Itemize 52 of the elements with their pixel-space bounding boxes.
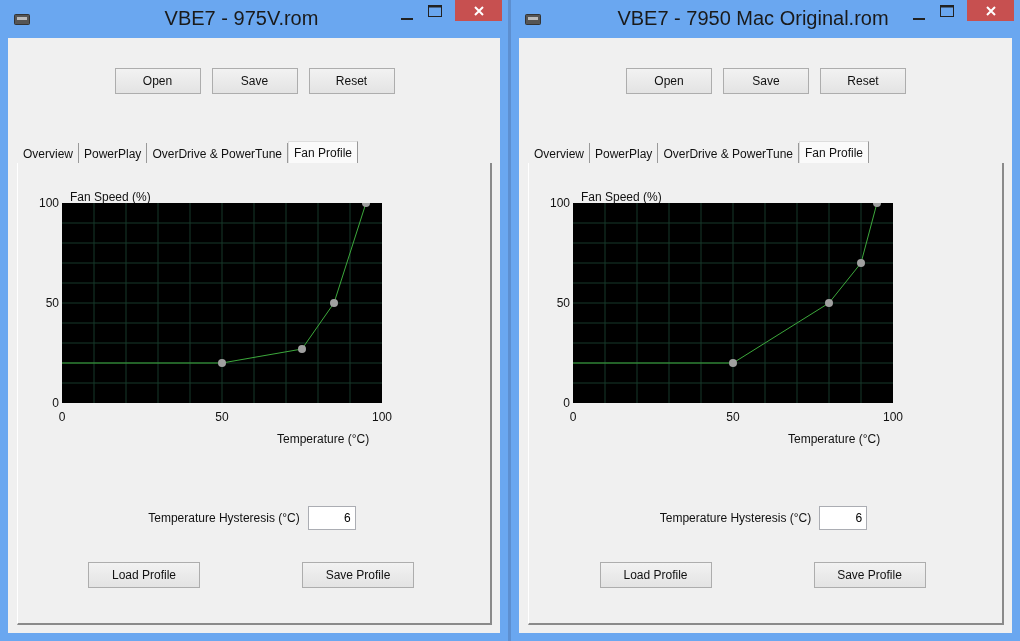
- toolbar-button[interactable]: Reset: [308, 68, 395, 94]
- profile-button[interactable]: Save Profile: [813, 562, 926, 588]
- minimize-icon: [913, 17, 925, 21]
- maximize-icon: [940, 5, 954, 17]
- toolbar-button[interactable]: Save: [211, 68, 298, 94]
- tick-label: 50: [214, 410, 230, 424]
- axis-title: Temperature (°C): [277, 432, 370, 446]
- window-title: VBE7 - 975V.rom: [163, 6, 320, 30]
- curve-point[interactable]: [218, 359, 226, 367]
- curve-point[interactable]: [330, 299, 338, 307]
- hysteresis-field[interactable]: 6: [819, 506, 868, 530]
- tick-label: 0: [51, 396, 59, 410]
- tick-label: 100: [37, 196, 59, 210]
- axis-title: Fan Speed (%): [70, 190, 151, 204]
- tick-label: 0: [568, 410, 578, 424]
- profile-button[interactable]: Save Profile: [302, 562, 414, 588]
- tick-label: 100: [882, 410, 904, 424]
- chip-icon: [525, 14, 541, 25]
- toolbar-button[interactable]: Reset: [820, 68, 906, 94]
- tick-label: 50: [44, 296, 59, 310]
- profile-button[interactable]: Load Profile: [88, 562, 200, 588]
- tick-label: 100: [371, 410, 393, 424]
- curve-point[interactable]: [857, 259, 865, 267]
- tab[interactable]: Fan Profile: [799, 141, 869, 163]
- field-label: Temperature Hysteresis (°C): [148, 511, 300, 525]
- tick-label: 50: [555, 296, 570, 310]
- tick-label: 0: [562, 396, 570, 410]
- toolbar-button[interactable]: Open: [626, 68, 712, 94]
- tick-label: 50: [725, 410, 741, 424]
- curve-point[interactable]: [873, 203, 881, 207]
- toolbar-button[interactable]: Save: [723, 68, 809, 94]
- curve-point[interactable]: [729, 359, 737, 367]
- profile-button[interactable]: Load Profile: [599, 562, 712, 588]
- axis-title: Temperature (°C): [788, 432, 881, 446]
- minimize-icon: [401, 17, 413, 21]
- tab[interactable]: Fan Profile: [288, 141, 358, 163]
- hysteresis-field[interactable]: 6: [307, 506, 356, 530]
- toolbar-button[interactable]: Open: [114, 68, 201, 94]
- curve-point[interactable]: [298, 345, 306, 353]
- curve-point[interactable]: [825, 299, 833, 307]
- tick-label: 100: [548, 196, 570, 210]
- close-button[interactable]: [967, 0, 1014, 21]
- close-icon: [473, 5, 484, 16]
- window-title: VBE7 - 7950 Mac Original.rom: [616, 6, 890, 30]
- axis-title: Fan Speed (%): [581, 190, 662, 204]
- close-button[interactable]: [455, 0, 502, 21]
- chip-icon: [14, 14, 30, 25]
- maximize-icon: [428, 5, 442, 17]
- curve-point[interactable]: [362, 203, 370, 207]
- field-label: Temperature Hysteresis (°C): [659, 511, 812, 525]
- tick-label: 0: [57, 410, 67, 424]
- close-icon: [985, 5, 996, 16]
